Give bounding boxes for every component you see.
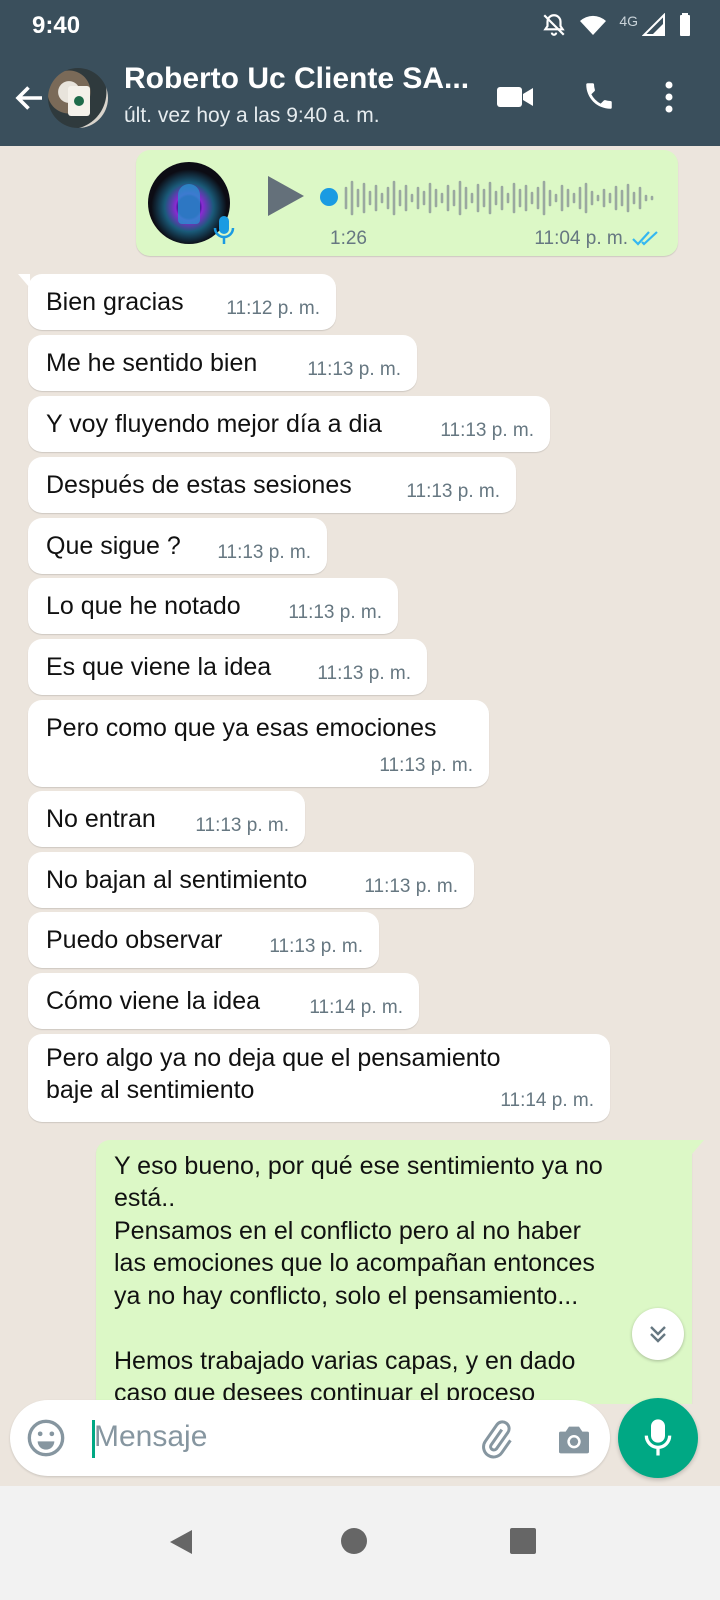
message-time: 11:14 p. m.	[500, 1090, 594, 1111]
playback-slider[interactable]	[320, 188, 338, 206]
voice-call-icon[interactable]	[582, 78, 616, 114]
outgoing-message[interactable]: Y eso bueno, por qué ese sentimiento ya …	[96, 1140, 704, 1404]
incoming-message[interactable]: Que sigue ? 11:13 p. m.	[28, 518, 327, 574]
play-icon[interactable]	[264, 174, 306, 218]
incoming-message[interactable]: No bajan al sentimiento 11:13 p. m.	[28, 852, 474, 908]
message-time: 11:13 p. m.	[217, 542, 311, 563]
mic-icon	[213, 216, 235, 244]
incoming-message[interactable]: Lo que he notado 11:13 p. m.	[28, 578, 398, 634]
message-text-line: Hemos trabajado varias capas, y en dado	[114, 1347, 576, 1375]
message-time: 11:13 p. m.	[379, 755, 473, 776]
nav-back-icon[interactable]	[168, 1528, 194, 1556]
status-icons: 4G	[541, 12, 692, 38]
message-text: Que sigue ?	[46, 532, 181, 560]
message-text: Lo que he notado	[46, 592, 241, 620]
message-text-line: está..	[114, 1184, 176, 1212]
audio-waveform[interactable]	[342, 176, 662, 220]
incoming-message[interactable]: Cómo viene la idea 11:14 p. m.	[28, 973, 419, 1029]
emoji-icon[interactable]	[26, 1418, 66, 1458]
system-navigation-bar	[0, 1486, 720, 1600]
incoming-message[interactable]: Pero algo ya no deja que el pensamiento …	[28, 1034, 610, 1122]
read-receipt-icon	[632, 231, 658, 246]
attach-icon[interactable]	[476, 1420, 516, 1460]
message-composer[interactable]: Mensaje	[10, 1400, 610, 1476]
incoming-message[interactable]: No entran 11:13 p. m.	[28, 791, 305, 847]
message-text: Y voy fluyendo mejor día a dia	[46, 410, 382, 438]
message-text: Me he sentido bien	[46, 349, 258, 377]
message-time: 11:13 p. m.	[317, 663, 411, 684]
message-time: 11:13 p. m.	[288, 602, 382, 623]
chat-header: Roberto Uc Cliente SA... últ. vez hoy a …	[0, 50, 720, 146]
incoming-message[interactable]: Pero como que ya esas emociones 11:13 p.…	[28, 700, 489, 787]
message-time: 11:13 p. m.	[364, 876, 458, 897]
incoming-message[interactable]: Bien gracias 11:12 p. m.	[18, 274, 336, 330]
message-time: 11:13 p. m.	[269, 936, 363, 957]
message-time: 11:13 p. m.	[195, 815, 289, 836]
chat-messages[interactable]: 1:26 11:04 p. m. Bien gracias 11:12 p. m…	[0, 146, 720, 1404]
message-time: 11:04 p. m.	[534, 228, 628, 249]
message-text: Cómo viene la idea	[46, 987, 261, 1015]
message-text-line: las emociones que lo acompañan entonces	[114, 1249, 595, 1277]
battery-icon	[680, 13, 690, 36]
mic-icon	[644, 1419, 672, 1456]
muted-bell-icon	[543, 14, 566, 36]
back-arrow-icon[interactable]	[12, 80, 48, 116]
message-input[interactable]: Mensaje	[94, 1420, 207, 1454]
message-time: 11:12 p. m.	[226, 298, 320, 319]
camera-icon[interactable]	[554, 1420, 594, 1460]
voice-record-button[interactable]	[618, 1398, 698, 1478]
incoming-message[interactable]: Me he sentido bien 11:13 p. m.	[28, 335, 417, 391]
message-text: Después de estas sesiones	[46, 471, 352, 499]
voice-duration: 1:26	[330, 228, 367, 249]
message-text-line: Y eso bueno, por qué ese sentimiento ya …	[114, 1152, 603, 1180]
nav-recents-icon[interactable]	[510, 1528, 536, 1554]
contact-name[interactable]: Roberto Uc Cliente SA...	[124, 62, 474, 96]
video-call-icon[interactable]	[496, 80, 534, 114]
message-text-line: Pensamos en el conflicto pero al no habe…	[114, 1217, 581, 1245]
status-time: 9:40	[32, 12, 81, 39]
message-text: Pero como que ya esas emociones	[46, 714, 437, 742]
message-time: 11:13 p. m.	[307, 359, 401, 380]
incoming-message[interactable]: Después de estas sesiones 11:13 p. m.	[28, 457, 516, 513]
incoming-message[interactable]: Es que viene la idea 11:13 p. m.	[28, 639, 427, 695]
message-time: 11:13 p. m.	[406, 481, 500, 502]
message-time: 11:13 p. m.	[440, 420, 534, 441]
message-text: Puedo observar	[46, 926, 223, 954]
message-text: No entran	[46, 805, 156, 833]
signal-icon	[642, 13, 665, 36]
status-bar: 9:40 4G	[0, 0, 720, 50]
incoming-message[interactable]: Y voy fluyendo mejor día a dia 11:13 p. …	[28, 396, 550, 452]
message-text-line: ya no hay conflicto, solo el pensamiento…	[114, 1282, 579, 1310]
message-text-line: Pero algo ya no deja que el pensamiento	[46, 1044, 501, 1072]
nav-home-icon[interactable]	[341, 1528, 367, 1554]
message-text: No bajan al sentimiento	[46, 866, 308, 894]
last-seen-status[interactable]: últ. vez hoy a las 9:40 a. m.	[124, 104, 380, 128]
message-time: 11:14 p. m.	[309, 997, 403, 1018]
scroll-to-bottom-button[interactable]	[632, 1308, 684, 1360]
voice-message: 1:26 11:04 p. m.	[136, 150, 678, 256]
wifi-icon	[580, 15, 607, 35]
incoming-message[interactable]: Puedo observar 11:13 p. m.	[28, 912, 379, 968]
message-text: Bien gracias	[46, 288, 184, 316]
message-text: Es que viene la idea	[46, 653, 272, 681]
double-chevron-down-icon	[650, 1326, 666, 1343]
contact-avatar[interactable]	[48, 68, 108, 128]
network-type: 4G	[619, 13, 638, 29]
message-text-line: baje al sentimiento	[46, 1076, 255, 1104]
more-options-icon[interactable]	[664, 80, 674, 114]
